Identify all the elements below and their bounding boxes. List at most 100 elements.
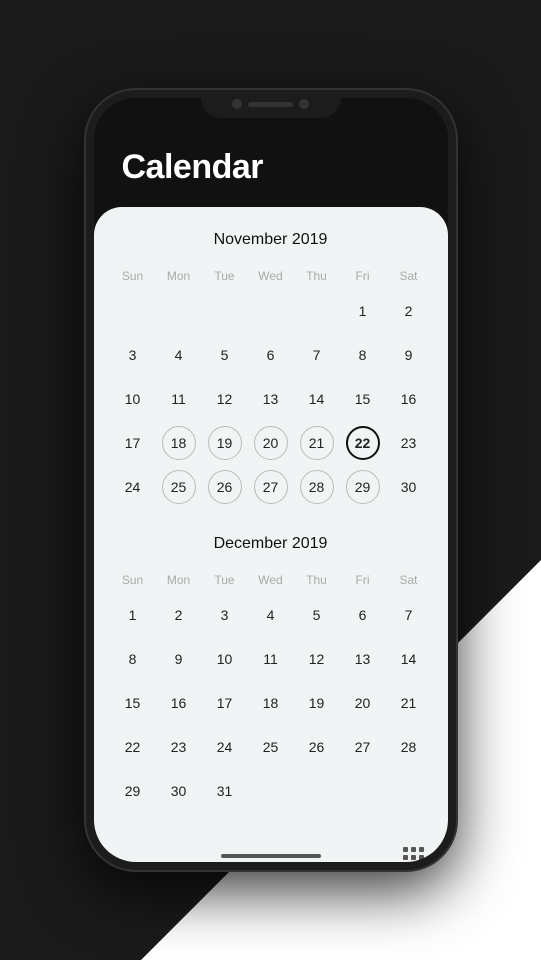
- day-9-month-0[interactable]: 9: [392, 338, 426, 372]
- day-header-Tue: Tue: [202, 569, 248, 591]
- day-20-month-1[interactable]: 20: [346, 686, 380, 720]
- grid-dot: [403, 855, 408, 860]
- day-29-month-1[interactable]: 29: [116, 774, 150, 808]
- day-headers-0: SunMonTueWedThuFriSat: [110, 265, 432, 287]
- day-7-month-1[interactable]: 7: [392, 598, 426, 632]
- day-23-month-1[interactable]: 23: [162, 730, 196, 764]
- day-header-Mon: Mon: [156, 265, 202, 287]
- phone-notch: [201, 90, 341, 118]
- day-11-month-1[interactable]: 11: [254, 642, 288, 676]
- day-30-month-1[interactable]: 30: [162, 774, 196, 808]
- day-29-month-0[interactable]: 29: [346, 470, 380, 504]
- day-13-month-0[interactable]: 13: [254, 382, 288, 416]
- home-indicator: [221, 854, 321, 858]
- day-4-month-1[interactable]: 4: [254, 598, 288, 632]
- day-16-month-0[interactable]: 16: [392, 382, 426, 416]
- day-header-Sun: Sun: [110, 265, 156, 287]
- day-24-month-0[interactable]: 24: [116, 470, 150, 504]
- day-header-Sun: Sun: [110, 569, 156, 591]
- day-header-Thu: Thu: [294, 265, 340, 287]
- page-title: Calendar: [122, 148, 420, 187]
- grid-dot: [403, 847, 408, 852]
- day-2-month-0[interactable]: 2: [392, 294, 426, 328]
- day-18-month-0[interactable]: 18: [162, 426, 196, 460]
- day-1-month-0[interactable]: 1: [346, 294, 380, 328]
- day-1-month-1[interactable]: 1: [116, 598, 150, 632]
- day-2-month-1[interactable]: 2: [162, 598, 196, 632]
- day-17-month-1[interactable]: 17: [208, 686, 242, 720]
- day-5-month-0[interactable]: 5: [208, 338, 242, 372]
- day-22-month-1[interactable]: 22: [116, 730, 150, 764]
- day-16-month-1[interactable]: 16: [162, 686, 196, 720]
- camera-notch: [232, 99, 242, 109]
- grid-dot: [411, 847, 416, 852]
- day-19-month-0[interactable]: 19: [208, 426, 242, 460]
- day-3-month-0[interactable]: 3: [116, 338, 150, 372]
- day-26-month-0[interactable]: 26: [208, 470, 242, 504]
- month-section-1: December 2019SunMonTueWedThuFriSat123456…: [110, 535, 432, 811]
- day-23-month-0[interactable]: 23: [392, 426, 426, 460]
- day-header-Sat: Sat: [386, 569, 432, 591]
- day-3-month-1[interactable]: 3: [208, 598, 242, 632]
- day-28-month-1[interactable]: 28: [392, 730, 426, 764]
- day-11-month-0[interactable]: 11: [162, 382, 196, 416]
- grid-dot: [419, 855, 424, 860]
- day-25-month-0[interactable]: 25: [162, 470, 196, 504]
- day-10-month-1[interactable]: 10: [208, 642, 242, 676]
- day-14-month-0[interactable]: 14: [300, 382, 334, 416]
- day-27-month-0[interactable]: 27: [254, 470, 288, 504]
- day-4-month-0[interactable]: 4: [162, 338, 196, 372]
- day-18-month-1[interactable]: 18: [254, 686, 288, 720]
- day-31-month-1[interactable]: 31: [208, 774, 242, 808]
- day-6-month-0[interactable]: 6: [254, 338, 288, 372]
- day-12-month-0[interactable]: 12: [208, 382, 242, 416]
- day-header-Wed: Wed: [248, 569, 294, 591]
- grid-dot: [411, 855, 416, 860]
- day-27-month-1[interactable]: 27: [346, 730, 380, 764]
- calendar-container[interactable]: November 2019SunMonTueWedThuFriSat123456…: [94, 207, 448, 862]
- day-21-month-0[interactable]: 21: [300, 426, 334, 460]
- day-8-month-1[interactable]: 8: [116, 642, 150, 676]
- day-15-month-1[interactable]: 15: [116, 686, 150, 720]
- day-15-month-0[interactable]: 15: [346, 382, 380, 416]
- day-20-month-0[interactable]: 20: [254, 426, 288, 460]
- app-content: Calendar November 2019SunMonTueWedThuFri…: [94, 98, 448, 862]
- phone-wrapper: Calendar November 2019SunMonTueWedThuFri…: [86, 90, 456, 870]
- month-title-1: December 2019: [110, 535, 432, 553]
- grid-icon[interactable]: [403, 847, 424, 862]
- day-13-month-1[interactable]: 13: [346, 642, 380, 676]
- day-8-month-0[interactable]: 8: [346, 338, 380, 372]
- calendar-grid-0: 1234567891011121314151617181920212223242…: [110, 291, 432, 507]
- day-7-month-0[interactable]: 7: [300, 338, 334, 372]
- day-header-Mon: Mon: [156, 569, 202, 591]
- day-5-month-1[interactable]: 5: [300, 598, 334, 632]
- day-header-Thu: Thu: [294, 569, 340, 591]
- day-6-month-1[interactable]: 6: [346, 598, 380, 632]
- grid-dot: [419, 847, 424, 852]
- day-21-month-1[interactable]: 21: [392, 686, 426, 720]
- day-10-month-0[interactable]: 10: [116, 382, 150, 416]
- day-header-Wed: Wed: [248, 265, 294, 287]
- phone-screen: Calendar November 2019SunMonTueWedThuFri…: [94, 98, 448, 862]
- phone-shell: Calendar November 2019SunMonTueWedThuFri…: [86, 90, 456, 870]
- day-header-Tue: Tue: [202, 265, 248, 287]
- day-24-month-1[interactable]: 24: [208, 730, 242, 764]
- day-19-month-1[interactable]: 19: [300, 686, 334, 720]
- sensor-notch: [299, 99, 309, 109]
- day-14-month-1[interactable]: 14: [392, 642, 426, 676]
- day-9-month-1[interactable]: 9: [162, 642, 196, 676]
- month-title-0: November 2019: [110, 231, 432, 249]
- month-section-0: November 2019SunMonTueWedThuFriSat123456…: [110, 231, 432, 507]
- day-17-month-0[interactable]: 17: [116, 426, 150, 460]
- day-30-month-0[interactable]: 30: [392, 470, 426, 504]
- calendar-grid-1: 1234567891011121314151617181920212223242…: [110, 595, 432, 811]
- day-header-Fri: Fri: [340, 265, 386, 287]
- day-headers-1: SunMonTueWedThuFriSat: [110, 569, 432, 591]
- day-22-month-0[interactable]: 22: [346, 426, 380, 460]
- day-26-month-1[interactable]: 26: [300, 730, 334, 764]
- day-28-month-0[interactable]: 28: [300, 470, 334, 504]
- day-header-Fri: Fri: [340, 569, 386, 591]
- day-25-month-1[interactable]: 25: [254, 730, 288, 764]
- bottom-icon-area: [110, 839, 432, 862]
- day-12-month-1[interactable]: 12: [300, 642, 334, 676]
